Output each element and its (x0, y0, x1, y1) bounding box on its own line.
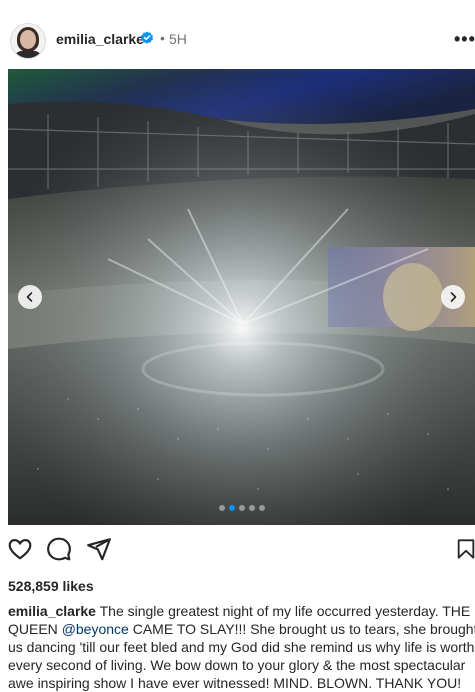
heart-icon[interactable] (7, 536, 33, 562)
avatar[interactable] (10, 23, 46, 59)
chevron-left-icon (26, 292, 33, 302)
post-caption: emilia_clarke The single greatest night … (8, 602, 475, 692)
share-icon[interactable] (86, 536, 112, 562)
post-photo[interactable] (8, 69, 475, 525)
carousel-dot (218, 505, 225, 511)
concert-stadium-image (8, 69, 475, 525)
caption-username[interactable]: emilia_clarke (8, 603, 96, 619)
carousel-indicator (8, 505, 475, 511)
avatar-face (20, 30, 36, 49)
post-time[interactable]: 5H (169, 31, 187, 47)
chevron-right-icon (450, 292, 457, 302)
carousel-dot (238, 505, 245, 511)
caption-mention-link[interactable]: @beyonce (62, 621, 129, 637)
carousel-dot (248, 505, 255, 511)
previous-image-button[interactable] (18, 285, 42, 309)
separator-dot: • (160, 30, 165, 46)
next-image-button[interactable] (441, 285, 465, 309)
bookmark-icon[interactable] (455, 536, 475, 562)
carousel-dot (228, 505, 235, 511)
likes-count[interactable]: 528,859 likes (8, 578, 94, 594)
post-header: emilia_clarke • 5H ••• (0, 0, 475, 70)
more-options-button[interactable]: ••• (454, 29, 475, 50)
avatar-shoulders (14, 50, 42, 58)
carousel-dot (258, 505, 265, 511)
action-bar (0, 536, 475, 566)
comment-icon[interactable] (46, 536, 72, 562)
post-username[interactable]: emilia_clarke (56, 31, 144, 47)
verified-badge-icon (141, 31, 153, 44)
